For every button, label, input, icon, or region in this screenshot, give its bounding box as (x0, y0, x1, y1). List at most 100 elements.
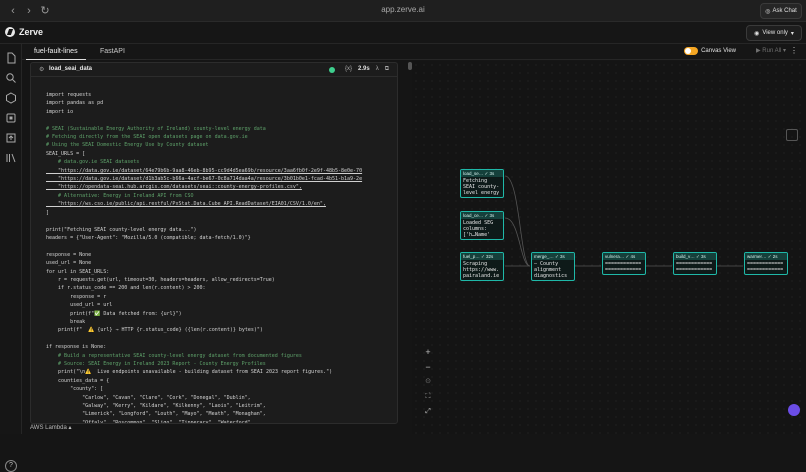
settings-icon[interactable]: ⚙ (39, 66, 44, 73)
node-title: fuel_p… ✓ 32s (461, 253, 503, 260)
code-block-editor[interactable]: ⚙ load_seai_data {x} 2.9s λ ⧉ import req… (30, 62, 398, 424)
canvas-view-label: Canvas View (701, 48, 736, 54)
code-line: # SEAI (Sustainable Energy Authority of … (46, 125, 266, 132)
dag-node-load-seai[interactable]: load_se… ✓ 3s Fetching SEAI county- leve… (460, 169, 504, 198)
eye-icon: ◉ (754, 30, 760, 37)
dag-node-vulnera[interactable]: vulnera… ✓ 4s ============ ============ (602, 252, 646, 275)
fit-view-icon[interactable]: ⛶ (422, 391, 434, 403)
chat-icon: ◎ (765, 8, 771, 15)
code-line: # Source: SEAI Energy in Ireland 2023 Re… (46, 361, 266, 367)
code-line: import pandas as pd (46, 100, 104, 107)
canvas-view-toggle[interactable]: Canvas View (684, 47, 736, 55)
code-line: "https://opendata-seai.hub.arcgis.com/da… (46, 184, 302, 191)
chip-icon[interactable] (5, 112, 17, 124)
zoom-in-button[interactable]: + (422, 346, 434, 358)
block-duration: 2.9s (358, 66, 370, 72)
code-line: used_url = url (46, 302, 113, 309)
tab-fuel-fault-lines[interactable]: fuel-fault-lines (26, 44, 86, 60)
search-icon[interactable] (5, 72, 17, 84)
code-line: print(f"✅ Data fetched from: {url}") (46, 310, 182, 317)
app-name: Zerve (19, 27, 44, 37)
code-line: response = None (46, 251, 92, 258)
code-line: print(f" ⚠️ {url} → HTTP {r.status_code}… (46, 327, 263, 334)
deploy-icon[interactable] (5, 132, 17, 144)
url-bar[interactable]: app.zerve.ai (0, 5, 806, 14)
dag-node-build-v[interactable]: build_v… ✓ 3s ============ ============ (673, 252, 717, 275)
view-mode-dropdown[interactable]: ◉ View only ▾ (746, 25, 802, 41)
copy-icon[interactable]: ⧉ (385, 66, 389, 73)
code-line: if response is None: (46, 344, 107, 351)
node-output: Loaded SEG columns: ['h…Name' (463, 220, 494, 238)
view-mode-label: View only (762, 30, 788, 36)
zerve-logo-icon (5, 27, 15, 37)
code-line: counties_data = { (46, 377, 110, 384)
ask-chat-label: Ask Chat (772, 8, 797, 14)
dag-node-load-ce[interactable]: load_ce… ✓ 3s Loaded SEG columns: ['h…Na… (460, 211, 504, 240)
code-line: import io (46, 108, 74, 115)
status-indicator (329, 67, 335, 73)
dag-node-merge[interactable]: merge_… ✓ 3s — County alignment diagnost… (531, 252, 575, 281)
code-line: # data.gov.ie SEAI datasets (46, 159, 140, 166)
code-line: print("\n⚠️ Live endpoints unavailable -… (46, 369, 333, 376)
node-title: vulnera… ✓ 4s (603, 253, 645, 260)
code-line: # Fetching directly from the SEAI open d… (46, 134, 248, 141)
lock-icon[interactable]: ⊙ (422, 376, 434, 388)
node-title: load_se… ✓ 3s (461, 170, 503, 177)
run-all-button[interactable]: ▶ Run All ▾ (756, 47, 786, 54)
node-title: merge_… ✓ 3s (532, 253, 574, 260)
minimap-toggle-icon[interactable] (786, 129, 798, 141)
file-icon[interactable] (5, 52, 17, 64)
code-line: ] (46, 209, 50, 216)
chevron-down-icon: ▾ (790, 30, 794, 37)
canvas-view-switch[interactable] (684, 47, 699, 55)
code-line: "https://ws.cso.ie/public/api.restful/Px… (46, 201, 326, 208)
zoom-out-button[interactable]: − (422, 361, 434, 373)
code-line: # Using the SEAI Domestic Energy Use by … (46, 142, 209, 149)
dag-node-warmer[interactable]: warmer… ✓ 2s ============ ============ (744, 252, 788, 275)
block-title: load_seai_data (49, 66, 93, 72)
dag-canvas[interactable]: load_se… ✓ 3s Fetching SEAI county- leve… (412, 61, 806, 434)
code-line: "Limerick", "Longford", "Louth", "Mayo",… (46, 411, 266, 418)
variables-button[interactable]: {x} (345, 66, 352, 73)
code-line: "https://data.gov.ie/dataset/64e79b6b-9a… (46, 167, 363, 174)
code-line: "https://data.gov.ie/dataset/d1b3ab5c-b6… (46, 176, 363, 183)
tab-fastapi[interactable]: FastAPI (92, 44, 133, 60)
app-header: Zerve ◉ View only ▾ (0, 22, 806, 44)
assistant-badge-icon[interactable] (788, 404, 800, 416)
notebook-tabs: fuel-fault-lines FastAPI Canvas View ▶ R… (22, 44, 806, 60)
code-line: response = r (46, 293, 107, 300)
environment-name: AWS Lambda (30, 425, 67, 431)
code-line: import requests (46, 92, 92, 98)
code-line: used_url = None (46, 260, 92, 267)
environment-label[interactable]: AWS Lambda ▴ (30, 424, 71, 434)
block-header: ⚙ load_seai_data {x} 2.9s λ ⧉ (31, 63, 397, 77)
more-options-icon[interactable]: ⋮ (790, 46, 798, 55)
node-output: Fetching SEAI county- level energy (463, 178, 500, 196)
library-icon[interactable] (5, 152, 17, 164)
node-title: load_ce… ✓ 3s (461, 212, 503, 219)
code-line: # Build a representative SEAI county-lev… (46, 352, 302, 359)
expand-icon[interactable]: ⤢ (422, 406, 434, 418)
connection-lines (504, 175, 743, 267)
code-line: "Galway", "Kerry", "Kildare", "Kilkenny"… (46, 403, 266, 410)
node-output: ============ ============ (676, 261, 713, 273)
help-icon[interactable]: ? (5, 460, 17, 472)
node-output: Scraping https://www. pairaland.ie (463, 261, 500, 279)
code-content[interactable]: import requests import pandas as pd import… (46, 91, 393, 423)
zerve-logo[interactable]: Zerve (5, 27, 43, 37)
code-line: # Alternative: Energy in Ireland API fro… (46, 192, 194, 199)
node-output: ============ ============ (747, 261, 784, 273)
code-line: if r.status_code == 200 and len(r.conten… (46, 285, 206, 292)
node-output: — County alignment diagnostics (534, 261, 568, 279)
lambda-icon[interactable]: λ (376, 66, 379, 73)
ask-chat-button[interactable]: ◎ Ask Chat (760, 3, 802, 19)
code-line: r = requests.get(url, timeout=30, header… (46, 276, 275, 283)
dag-node-fuel-p[interactable]: fuel_p… ✓ 32s Scraping https://www. pair… (460, 252, 504, 281)
cube-icon[interactable] (5, 92, 17, 104)
left-sidebar: ? (0, 44, 22, 472)
code-line: SEAI_URLS = [ (46, 150, 86, 157)
run-all-label: Run All (762, 48, 782, 54)
